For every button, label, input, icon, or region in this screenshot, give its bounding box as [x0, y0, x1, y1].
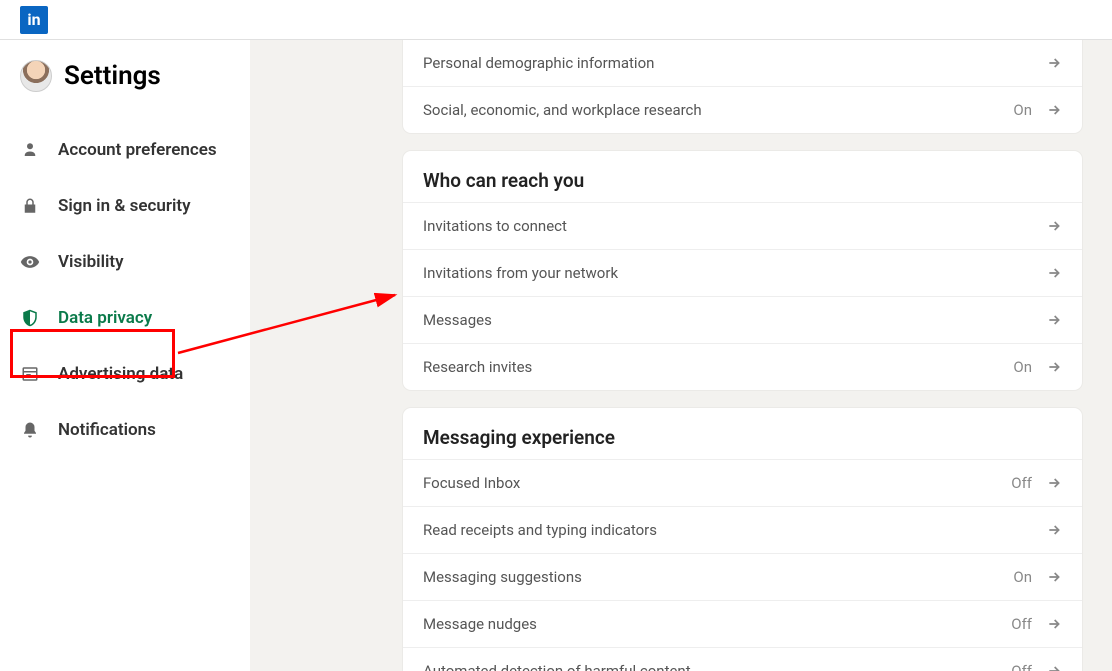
sidebar-item-label: Data privacy: [58, 308, 152, 328]
setting-row-automated-detection[interactable]: Automated detection of harmful content O…: [403, 647, 1082, 671]
arrow-right-icon: [1046, 218, 1062, 234]
section-title: Messaging experience: [403, 408, 1082, 459]
sidebar-item-account-preferences[interactable]: Account preferences: [20, 122, 230, 178]
newspaper-icon: [20, 364, 40, 384]
setting-label: Invitations from your network: [423, 264, 618, 282]
sidebar-item-notifications[interactable]: Notifications: [20, 402, 230, 458]
setting-label: Personal demographic information: [423, 54, 654, 72]
sidebar-item-label: Visibility: [58, 252, 124, 272]
arrow-right-icon: [1046, 569, 1062, 585]
setting-label: Research invites: [423, 358, 532, 376]
arrow-right-icon: [1046, 265, 1062, 281]
sidebar-item-data-privacy[interactable]: Data privacy: [20, 290, 230, 346]
setting-row-invitations-network[interactable]: Invitations from your network: [403, 249, 1082, 296]
section-who-can-reach: Who can reach you Invitations to connect…: [403, 151, 1082, 390]
setting-row-demographic[interactable]: Personal demographic information: [403, 40, 1082, 86]
sidebar-item-advertising-data[interactable]: Advertising data: [20, 346, 230, 402]
setting-row-read-receipts[interactable]: Read receipts and typing indicators: [403, 506, 1082, 553]
section-messaging-experience: Messaging experience Focused Inbox Off R…: [403, 408, 1082, 671]
main-content: Personal demographic information Social,…: [250, 40, 1112, 671]
setting-label: Message nudges: [423, 615, 537, 633]
arrow-right-icon: [1046, 55, 1062, 71]
settings-header: Settings: [20, 60, 230, 92]
setting-label: Focused Inbox: [423, 474, 520, 492]
arrow-right-icon: [1046, 312, 1062, 328]
setting-status: Off: [1011, 615, 1032, 633]
sidebar-item-label: Account preferences: [58, 140, 217, 160]
setting-label: Invitations to connect: [423, 217, 567, 235]
linkedin-logo[interactable]: in: [20, 6, 48, 34]
setting-status: On: [1013, 101, 1032, 119]
setting-row-focused-inbox[interactable]: Focused Inbox Off: [403, 459, 1082, 506]
setting-row-research-invites[interactable]: Research invites On: [403, 343, 1082, 390]
app-header: in: [0, 0, 1112, 40]
arrow-right-icon: [1046, 102, 1062, 118]
setting-status: Off: [1011, 662, 1032, 671]
sidebar-item-sign-in-security[interactable]: Sign in & security: [20, 178, 230, 234]
main-container: Settings Account preferences Sign in & s…: [0, 40, 1112, 671]
arrow-right-icon: [1046, 522, 1062, 538]
setting-status: Off: [1011, 474, 1032, 492]
shield-icon: [20, 308, 40, 328]
eye-icon: [20, 252, 40, 272]
arrow-right-icon: [1046, 663, 1062, 671]
setting-label: Read receipts and typing indicators: [423, 521, 657, 539]
section-title: Who can reach you: [403, 151, 1082, 202]
section-partial: Personal demographic information Social,…: [403, 40, 1082, 133]
setting-row-invitations-connect[interactable]: Invitations to connect: [403, 202, 1082, 249]
setting-status: On: [1013, 568, 1032, 586]
setting-row-message-nudges[interactable]: Message nudges Off: [403, 600, 1082, 647]
setting-label: Messaging suggestions: [423, 568, 582, 586]
sidebar-item-label: Advertising data: [58, 364, 183, 384]
settings-sidebar: Settings Account preferences Sign in & s…: [0, 40, 250, 671]
sidebar-item-visibility[interactable]: Visibility: [20, 234, 230, 290]
setting-label: Automated detection of harmful content: [423, 662, 691, 671]
avatar[interactable]: [20, 60, 52, 92]
setting-label: Social, economic, and workplace research: [423, 101, 702, 119]
arrow-right-icon: [1046, 475, 1062, 491]
setting-row-messaging-suggestions[interactable]: Messaging suggestions On: [403, 553, 1082, 600]
sidebar-item-label: Notifications: [58, 420, 156, 440]
lock-icon: [20, 196, 40, 216]
arrow-right-icon: [1046, 359, 1062, 375]
sidebar-item-label: Sign in & security: [58, 196, 191, 216]
setting-row-research[interactable]: Social, economic, and workplace research…: [403, 86, 1082, 133]
page-title: Settings: [64, 61, 161, 91]
setting-row-messages[interactable]: Messages: [403, 296, 1082, 343]
setting-status: On: [1013, 358, 1032, 376]
setting-label: Messages: [423, 311, 492, 329]
bell-icon: [20, 420, 40, 440]
person-icon: [20, 140, 40, 160]
arrow-right-icon: [1046, 616, 1062, 632]
